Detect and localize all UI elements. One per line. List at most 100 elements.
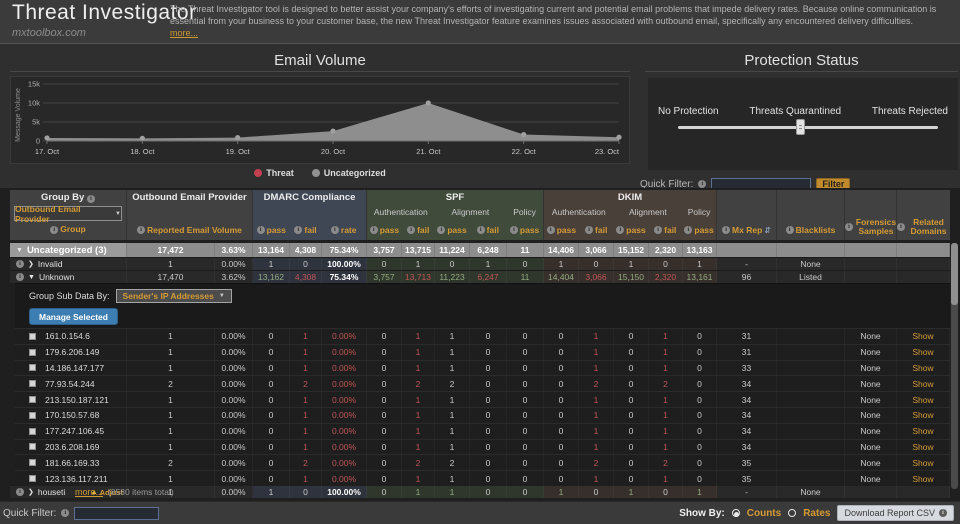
- row-checkbox[interactable]: [29, 412, 36, 419]
- header-dkim-auth-fail[interactable]: ifail: [579, 220, 614, 240]
- cell-value: 0: [523, 363, 528, 373]
- table-row[interactable]: 179.6.206.14910.00%010.00%011000101031No…: [15, 344, 950, 360]
- row-checkbox[interactable]: [29, 380, 36, 387]
- table-row[interactable]: 161.0.154.610.00%010.00%011000101031None…: [15, 328, 950, 344]
- row-checkbox[interactable]: [29, 443, 36, 450]
- header-dmarc-pass[interactable]: ipass: [253, 220, 290, 240]
- table-cell: 0: [470, 471, 507, 486]
- cell-value: 3,066: [585, 272, 606, 282]
- table-cell: [777, 392, 845, 407]
- protection-slider-handle[interactable]: [796, 119, 805, 135]
- header-dmarc-rate[interactable]: irate: [321, 220, 366, 240]
- table-row[interactable]: 213.150.187.12110.00%010.00%011000101034…: [15, 391, 950, 407]
- header-dkim-align-fail[interactable]: ifail: [648, 220, 682, 240]
- cell-value: None: [860, 474, 880, 484]
- download-csv-button[interactable]: Download Report CSVi: [837, 505, 954, 521]
- group-cell[interactable]: i▼Unknown: [10, 271, 127, 283]
- table-row[interactable]: 177.247.106.4510.00%010.00%011000101034N…: [15, 423, 950, 439]
- chevron-down-icon[interactable]: ▼: [16, 247, 23, 254]
- ip-address: 179.6.206.149: [45, 347, 99, 357]
- counts-label[interactable]: Counts: [747, 508, 781, 519]
- show-link[interactable]: Show: [912, 363, 933, 373]
- header-dkim-policy-pass[interactable]: ipass: [682, 220, 716, 240]
- svg-text:17. Oct: 17. Oct: [35, 147, 60, 156]
- row-checkbox[interactable]: [29, 428, 36, 435]
- table-cell: 13,164: [253, 243, 290, 257]
- show-link[interactable]: Show: [912, 426, 933, 436]
- show-link[interactable]: Show: [912, 331, 933, 341]
- table-cell: 0.00%: [322, 455, 367, 470]
- chevron-down-icon[interactable]: ▼: [28, 274, 35, 281]
- show-link[interactable]: Show: [912, 442, 933, 452]
- table-row[interactable]: 181.66.169.3320.00%020.00%022000202035No…: [15, 454, 950, 470]
- table-cell: 2: [127, 376, 215, 391]
- table-cell: 0.00%: [215, 471, 253, 486]
- cell-value: 0: [523, 347, 528, 357]
- header-mxrep-sort[interactable]: iMx Rep⇵: [717, 220, 776, 240]
- row-checkbox[interactable]: [29, 364, 36, 371]
- show-link[interactable]: Show: [912, 347, 933, 357]
- table-cell: 1: [579, 345, 614, 360]
- group-cell[interactable]: ▼Uncategorized (3): [10, 243, 127, 257]
- table-cell: None: [845, 455, 897, 470]
- row-checkbox[interactable]: [29, 475, 36, 482]
- show-link[interactable]: Show: [912, 410, 933, 420]
- table-cell: 1: [402, 408, 435, 423]
- table-row[interactable]: i▼Unknown17,4703.62%13,1624,30875.34%3,7…: [10, 270, 950, 283]
- rates-label[interactable]: Rates: [803, 508, 830, 519]
- group-by-dropdown[interactable]: Outbound Email Provider▼: [14, 206, 122, 221]
- header-spf-auth-fail[interactable]: ifail: [402, 220, 435, 240]
- header-dmarc-fail[interactable]: ifail: [290, 220, 322, 240]
- counts-radio[interactable]: [732, 509, 740, 517]
- table-row[interactable]: 170.150.57.6810.00%010.00%011000101034No…: [15, 407, 950, 423]
- header-group[interactable]: iGroup: [10, 221, 126, 238]
- cell-value: 0.00%: [332, 426, 356, 436]
- table-row[interactable]: i❯Invalid10.00%10100.00%0101010101-None: [10, 257, 950, 270]
- table-row[interactable]: 123.136.117.21110.00%010.00%011000101035…: [15, 470, 950, 486]
- table-cell: 11,224: [435, 243, 470, 257]
- header-spf-auth-pass[interactable]: ipass: [367, 220, 402, 240]
- show-link[interactable]: Show: [912, 395, 933, 405]
- scrollbar-thumb[interactable]: [951, 243, 958, 305]
- header-volume[interactable]: iReported Email Volume: [127, 220, 252, 240]
- row-checkbox[interactable]: [29, 459, 36, 466]
- info-icon: i: [477, 226, 485, 234]
- cell-value: 11,224: [439, 245, 465, 255]
- table-row[interactable]: ▼Uncategorized (3)17,4723.63%13,1644,308…: [10, 243, 950, 257]
- table-cell: 0: [614, 408, 649, 423]
- table-cell: 1: [127, 258, 215, 270]
- row-checkbox[interactable]: [29, 333, 36, 340]
- show-link[interactable]: Show: [912, 379, 933, 389]
- subgroup-dropdown[interactable]: Sender's IP Addresses▼: [116, 289, 232, 303]
- cell-value: 34: [742, 379, 751, 389]
- info-icon: i: [137, 226, 145, 234]
- header-spf-align-fail[interactable]: ifail: [469, 220, 506, 240]
- cell-value: 1: [168, 363, 173, 373]
- more-items-link[interactable]: more...: [75, 487, 103, 497]
- manage-selected-button[interactable]: Manage Selected: [29, 308, 118, 325]
- header-spf-align: Alignment: [435, 206, 507, 220]
- rates-radio[interactable]: [788, 509, 796, 517]
- cell-value: 2: [594, 379, 599, 389]
- row-checkbox[interactable]: [29, 396, 36, 403]
- table-cell: Show: [897, 408, 950, 423]
- bottom-filter-input[interactable]: [74, 507, 159, 520]
- protection-slider-track[interactable]: [678, 126, 938, 129]
- cell-value: 1: [559, 259, 564, 269]
- sort-icon[interactable]: ⇵: [764, 226, 771, 235]
- group-cell[interactable]: i❯Invalid: [10, 258, 127, 270]
- table-row[interactable]: 77.93.54.24420.00%020.00%022000202034Non…: [15, 375, 950, 391]
- header-spf-policy-pass[interactable]: ipass: [506, 220, 543, 240]
- header-dkim-auth-pass[interactable]: ipass: [544, 220, 579, 240]
- show-link[interactable]: Show: [912, 474, 933, 484]
- table-row[interactable]: 14.186.147.17710.00%010.00%011000101033N…: [15, 360, 950, 376]
- header-spf-align-pass[interactable]: ipass: [435, 220, 470, 240]
- chevron-right-icon[interactable]: ❯: [28, 260, 34, 268]
- cell-value: 0.00%: [221, 474, 245, 484]
- table-scrollbar[interactable]: [951, 243, 958, 489]
- row-checkbox[interactable]: [29, 349, 36, 356]
- more-link[interactable]: more...: [170, 28, 198, 38]
- show-link[interactable]: Show: [912, 458, 933, 468]
- table-row[interactable]: 203.6.208.16910.00%010.00%011000101034No…: [15, 439, 950, 455]
- header-dkim-align-pass[interactable]: ipass: [614, 220, 649, 240]
